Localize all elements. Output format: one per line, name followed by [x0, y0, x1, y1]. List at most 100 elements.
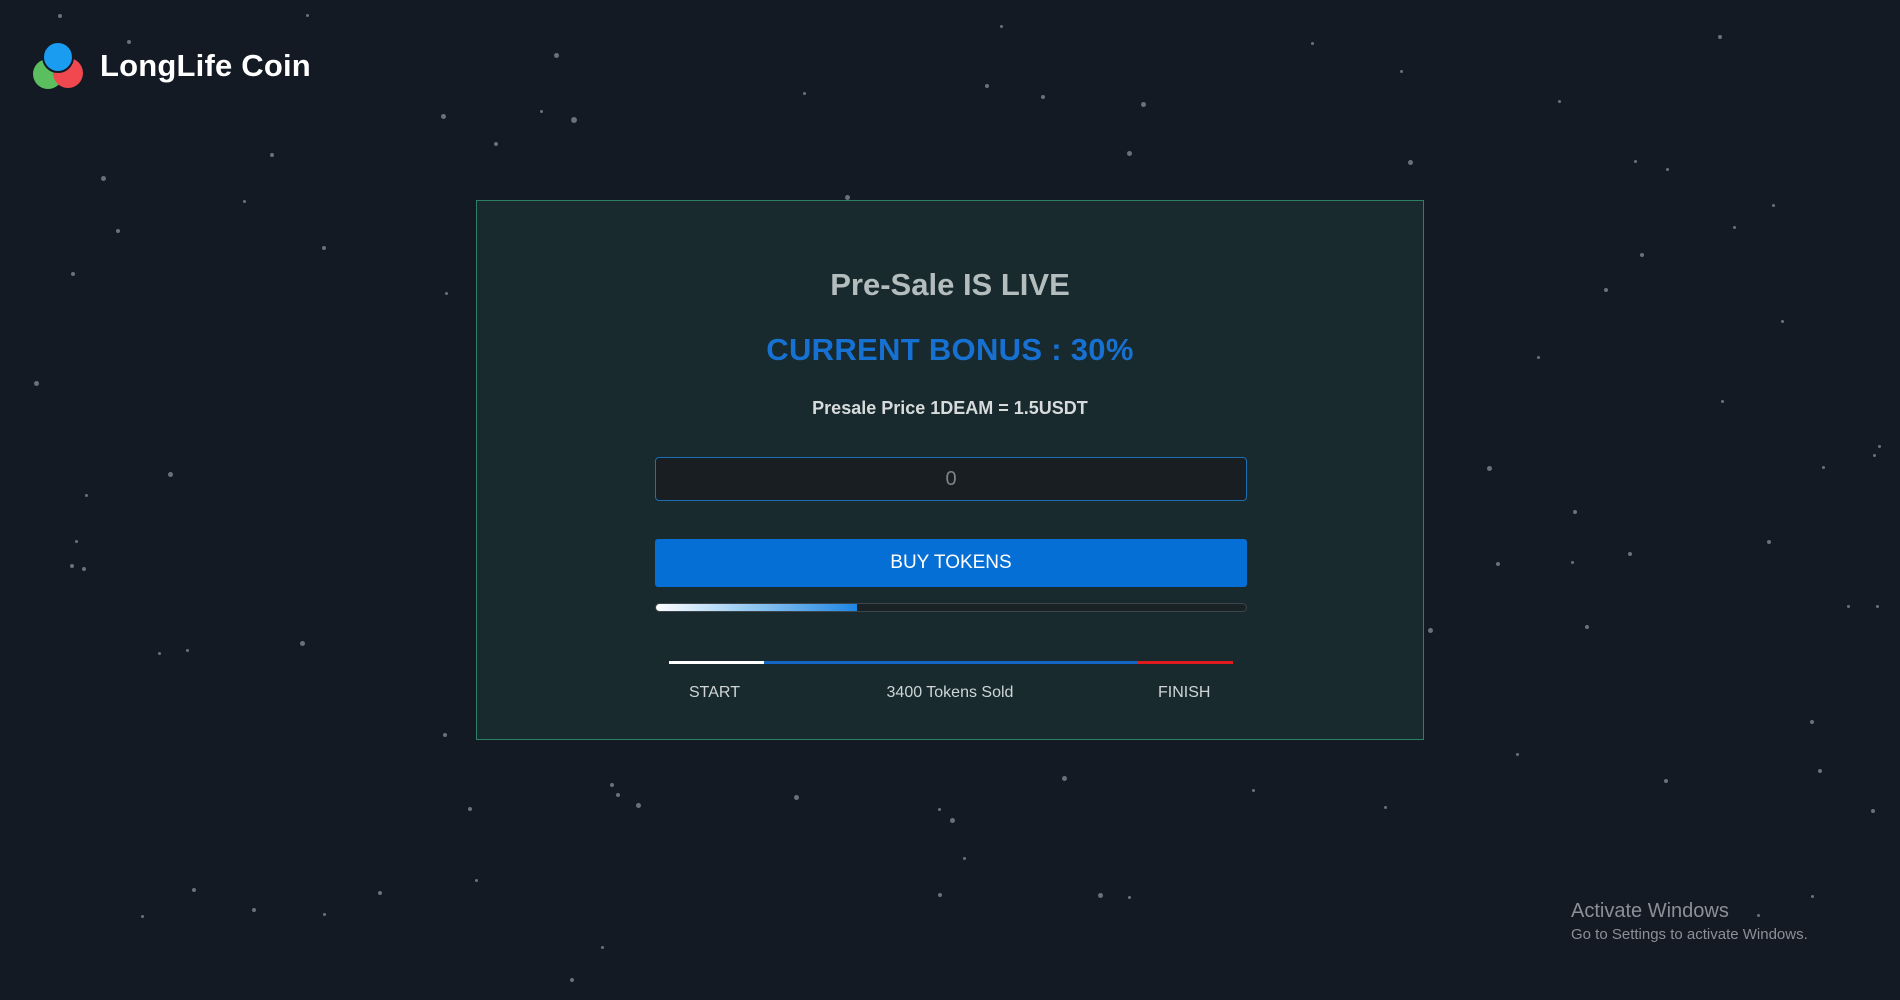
star-dot: [1666, 168, 1669, 171]
star-dot: [1818, 769, 1822, 773]
watermark-subtitle: Go to Settings to activate Windows.: [1571, 926, 1808, 943]
star-dot: [1718, 35, 1722, 39]
star-dot: [1876, 605, 1879, 608]
star-dot: [1772, 204, 1775, 207]
star-dot: [1811, 895, 1814, 898]
star-dot: [1664, 779, 1668, 783]
star-dot: [963, 857, 966, 860]
star-dot: [85, 494, 88, 497]
star-dot: [1428, 628, 1433, 633]
star-dot: [1516, 753, 1519, 756]
star-dot: [1781, 320, 1784, 323]
finish-label: FINISH: [1158, 684, 1211, 701]
buy-tokens-button[interactable]: BUY TOKENS: [655, 539, 1247, 587]
sale-progress-fill: [656, 604, 857, 611]
star-dot: [554, 53, 559, 58]
star-dot: [1400, 70, 1403, 73]
star-dot: [1573, 510, 1577, 514]
star-dot: [468, 807, 472, 811]
logo-blue-circle: [42, 41, 74, 73]
star-dot: [1873, 454, 1876, 457]
star-dot: [71, 272, 75, 276]
star-dot: [1252, 789, 1255, 792]
star-dot: [540, 110, 543, 113]
star-dot: [610, 783, 614, 787]
star-dot: [116, 229, 120, 233]
star-dot: [616, 793, 620, 797]
track-finish-segment: [1138, 661, 1233, 664]
star-dot: [1000, 25, 1003, 28]
site-header: LongLife Coin: [30, 38, 311, 94]
star-dot: [1628, 552, 1632, 556]
star-dot: [794, 795, 799, 800]
star-dot: [1311, 42, 1314, 45]
star-dot: [1810, 720, 1814, 724]
star-dot: [1558, 100, 1561, 103]
star-dot: [1585, 625, 1589, 629]
star-dot: [1871, 809, 1875, 813]
presale-page: LongLife Coin Pre-Sale IS LIVE CURRENT B…: [0, 0, 1900, 1000]
star-dot: [803, 92, 806, 95]
star-dot: [75, 540, 78, 543]
star-dot: [1062, 776, 1067, 781]
star-dot: [601, 946, 604, 949]
star-dot: [1571, 561, 1574, 564]
windows-activation-watermark: Activate Windows Go to Settings to activ…: [1571, 900, 1808, 943]
star-dot: [1128, 896, 1131, 899]
star-dot: [636, 803, 641, 808]
star-dot: [441, 114, 446, 119]
brand-name[interactable]: LongLife Coin: [100, 48, 311, 84]
star-dot: [1640, 253, 1644, 257]
star-dot: [1733, 226, 1736, 229]
star-dot: [938, 808, 941, 811]
track-start-segment: [669, 661, 764, 664]
star-dot: [192, 888, 196, 892]
token-amount-input[interactable]: [655, 457, 1247, 501]
three-circles-logo-icon[interactable]: [30, 38, 86, 94]
star-dot: [1537, 356, 1540, 359]
star-dot: [1604, 288, 1608, 292]
presale-card: Pre-Sale IS LIVE CURRENT BONUS : 30% Pre…: [476, 200, 1424, 740]
star-dot: [1767, 540, 1771, 544]
star-dot: [58, 14, 62, 18]
star-dot: [443, 733, 447, 737]
star-dot: [1721, 400, 1724, 403]
star-dot: [168, 472, 173, 477]
star-dot: [82, 567, 86, 571]
star-dot: [158, 652, 161, 655]
star-dot: [1487, 466, 1492, 471]
star-dot: [938, 893, 942, 897]
star-dot: [1878, 445, 1881, 448]
star-dot: [101, 176, 106, 181]
star-dot: [1098, 893, 1103, 898]
star-dot: [378, 891, 382, 895]
current-bonus: CURRENT BONUS : 30%: [766, 332, 1134, 367]
star-dot: [70, 564, 74, 568]
star-dot: [494, 142, 498, 146]
star-dot: [1822, 466, 1825, 469]
star-dot: [34, 381, 39, 386]
star-dot: [1634, 160, 1637, 163]
star-dot: [323, 913, 326, 916]
star-dot: [570, 978, 574, 982]
presale-price: Presale Price 1DEAM = 1.5USDT: [812, 398, 1088, 418]
star-dot: [950, 818, 955, 823]
star-dot: [243, 200, 246, 203]
star-dot: [985, 84, 989, 88]
star-dot: [1384, 806, 1387, 809]
star-dot: [1408, 160, 1413, 165]
star-dot: [445, 292, 448, 295]
star-dot: [1847, 605, 1850, 608]
star-dot: [1141, 102, 1146, 107]
star-dot: [475, 879, 478, 882]
star-dot: [1041, 95, 1045, 99]
star-dot: [322, 246, 326, 250]
presale-title: Pre-Sale IS LIVE: [830, 267, 1070, 302]
star-dot: [571, 117, 577, 123]
star-dot: [186, 649, 189, 652]
star-dot: [1127, 151, 1132, 156]
sale-progress-bar: [655, 603, 1247, 612]
star-dot: [300, 641, 305, 646]
star-dot: [141, 915, 144, 918]
tokens-sold-label: 3400 Tokens Sold: [886, 684, 1014, 701]
